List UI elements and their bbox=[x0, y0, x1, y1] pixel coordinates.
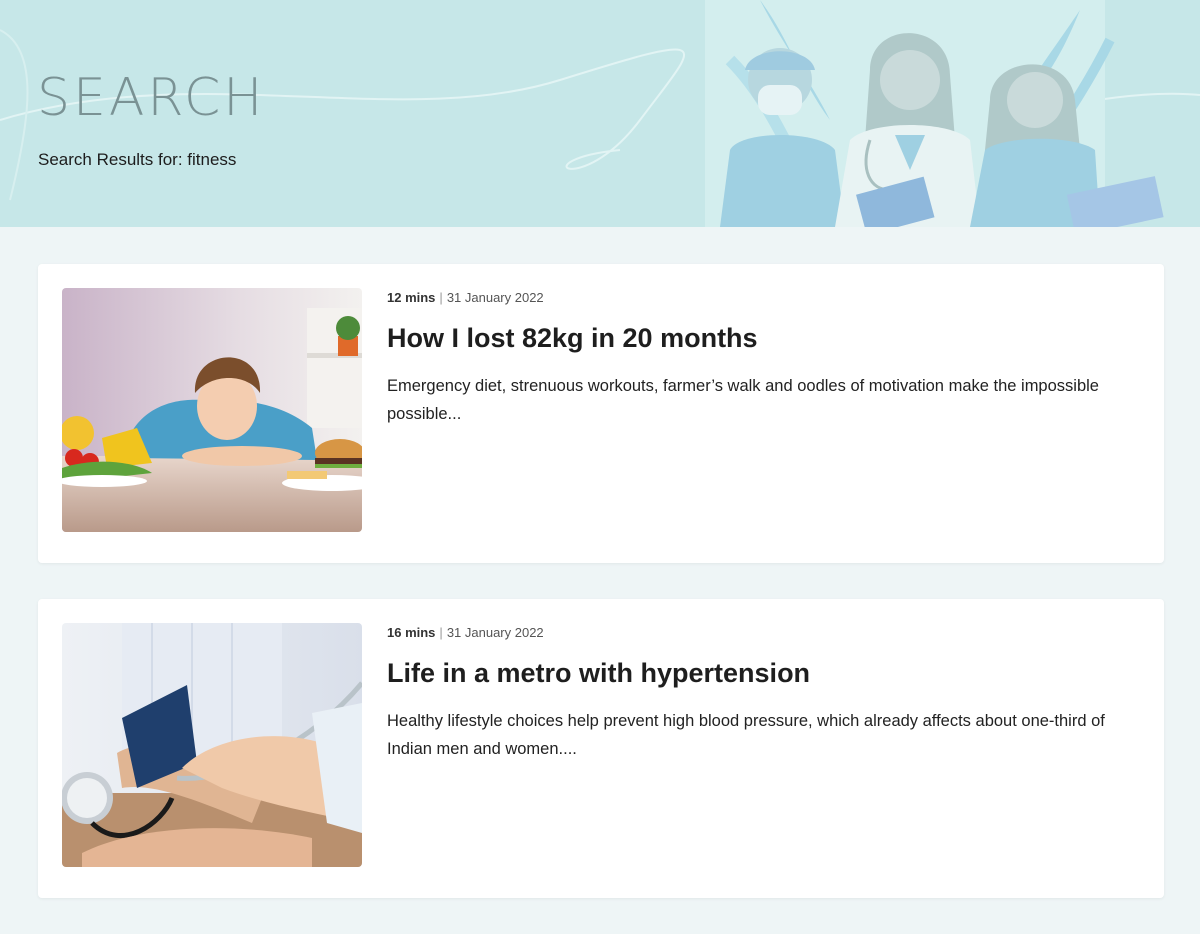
result-excerpt: Healthy lifestyle choices help prevent h… bbox=[387, 712, 1105, 759]
result-content: 12 mins | 31 January 2022 How I lost 82kg … bbox=[387, 290, 1137, 428]
reading-time: 12 mins bbox=[387, 290, 436, 305]
reading-time: 16 mins bbox=[387, 625, 436, 640]
result-meta: 12 mins | 31 January 2022 bbox=[387, 290, 1137, 308]
result-content: 16 mins | 31 January 2022 Life in a metro … bbox=[387, 625, 1137, 763]
publish-date: 31 January 2022 bbox=[446, 625, 544, 640]
publish-date: 31 January 2022 bbox=[446, 290, 544, 305]
result-thumbnail-blood-pressure[interactable] bbox=[62, 623, 362, 867]
result-card[interactable]: 16 mins | 31 January 2022 Life in a metro … bbox=[38, 599, 1164, 898]
result-excerpt: Emergency diet, strenuous workouts, farm… bbox=[387, 377, 1099, 424]
result-title-link[interactable]: Life in a metro with hypertension bbox=[387, 657, 1137, 689]
result-thumbnail-boy-with-food[interactable] bbox=[62, 288, 362, 532]
result-card[interactable]: 12 mins | 31 January 2022 How I lost 82kg … bbox=[38, 264, 1164, 563]
search-results-list: 12 mins | 31 January 2022 How I lost 82kg … bbox=[38, 264, 1164, 934]
result-title-link[interactable]: How I lost 82kg in 20 months bbox=[387, 322, 1137, 354]
meta-separator: | bbox=[439, 290, 443, 305]
page-title: SEARCH bbox=[37, 68, 266, 128]
search-results-summary: Search Results for: fitness bbox=[38, 150, 237, 169]
meta-separator: | bbox=[439, 625, 443, 640]
result-meta: 16 mins | 31 January 2022 bbox=[387, 625, 1137, 643]
search-hero-banner: SEARCH Search Results for: fitness bbox=[0, 0, 1200, 227]
